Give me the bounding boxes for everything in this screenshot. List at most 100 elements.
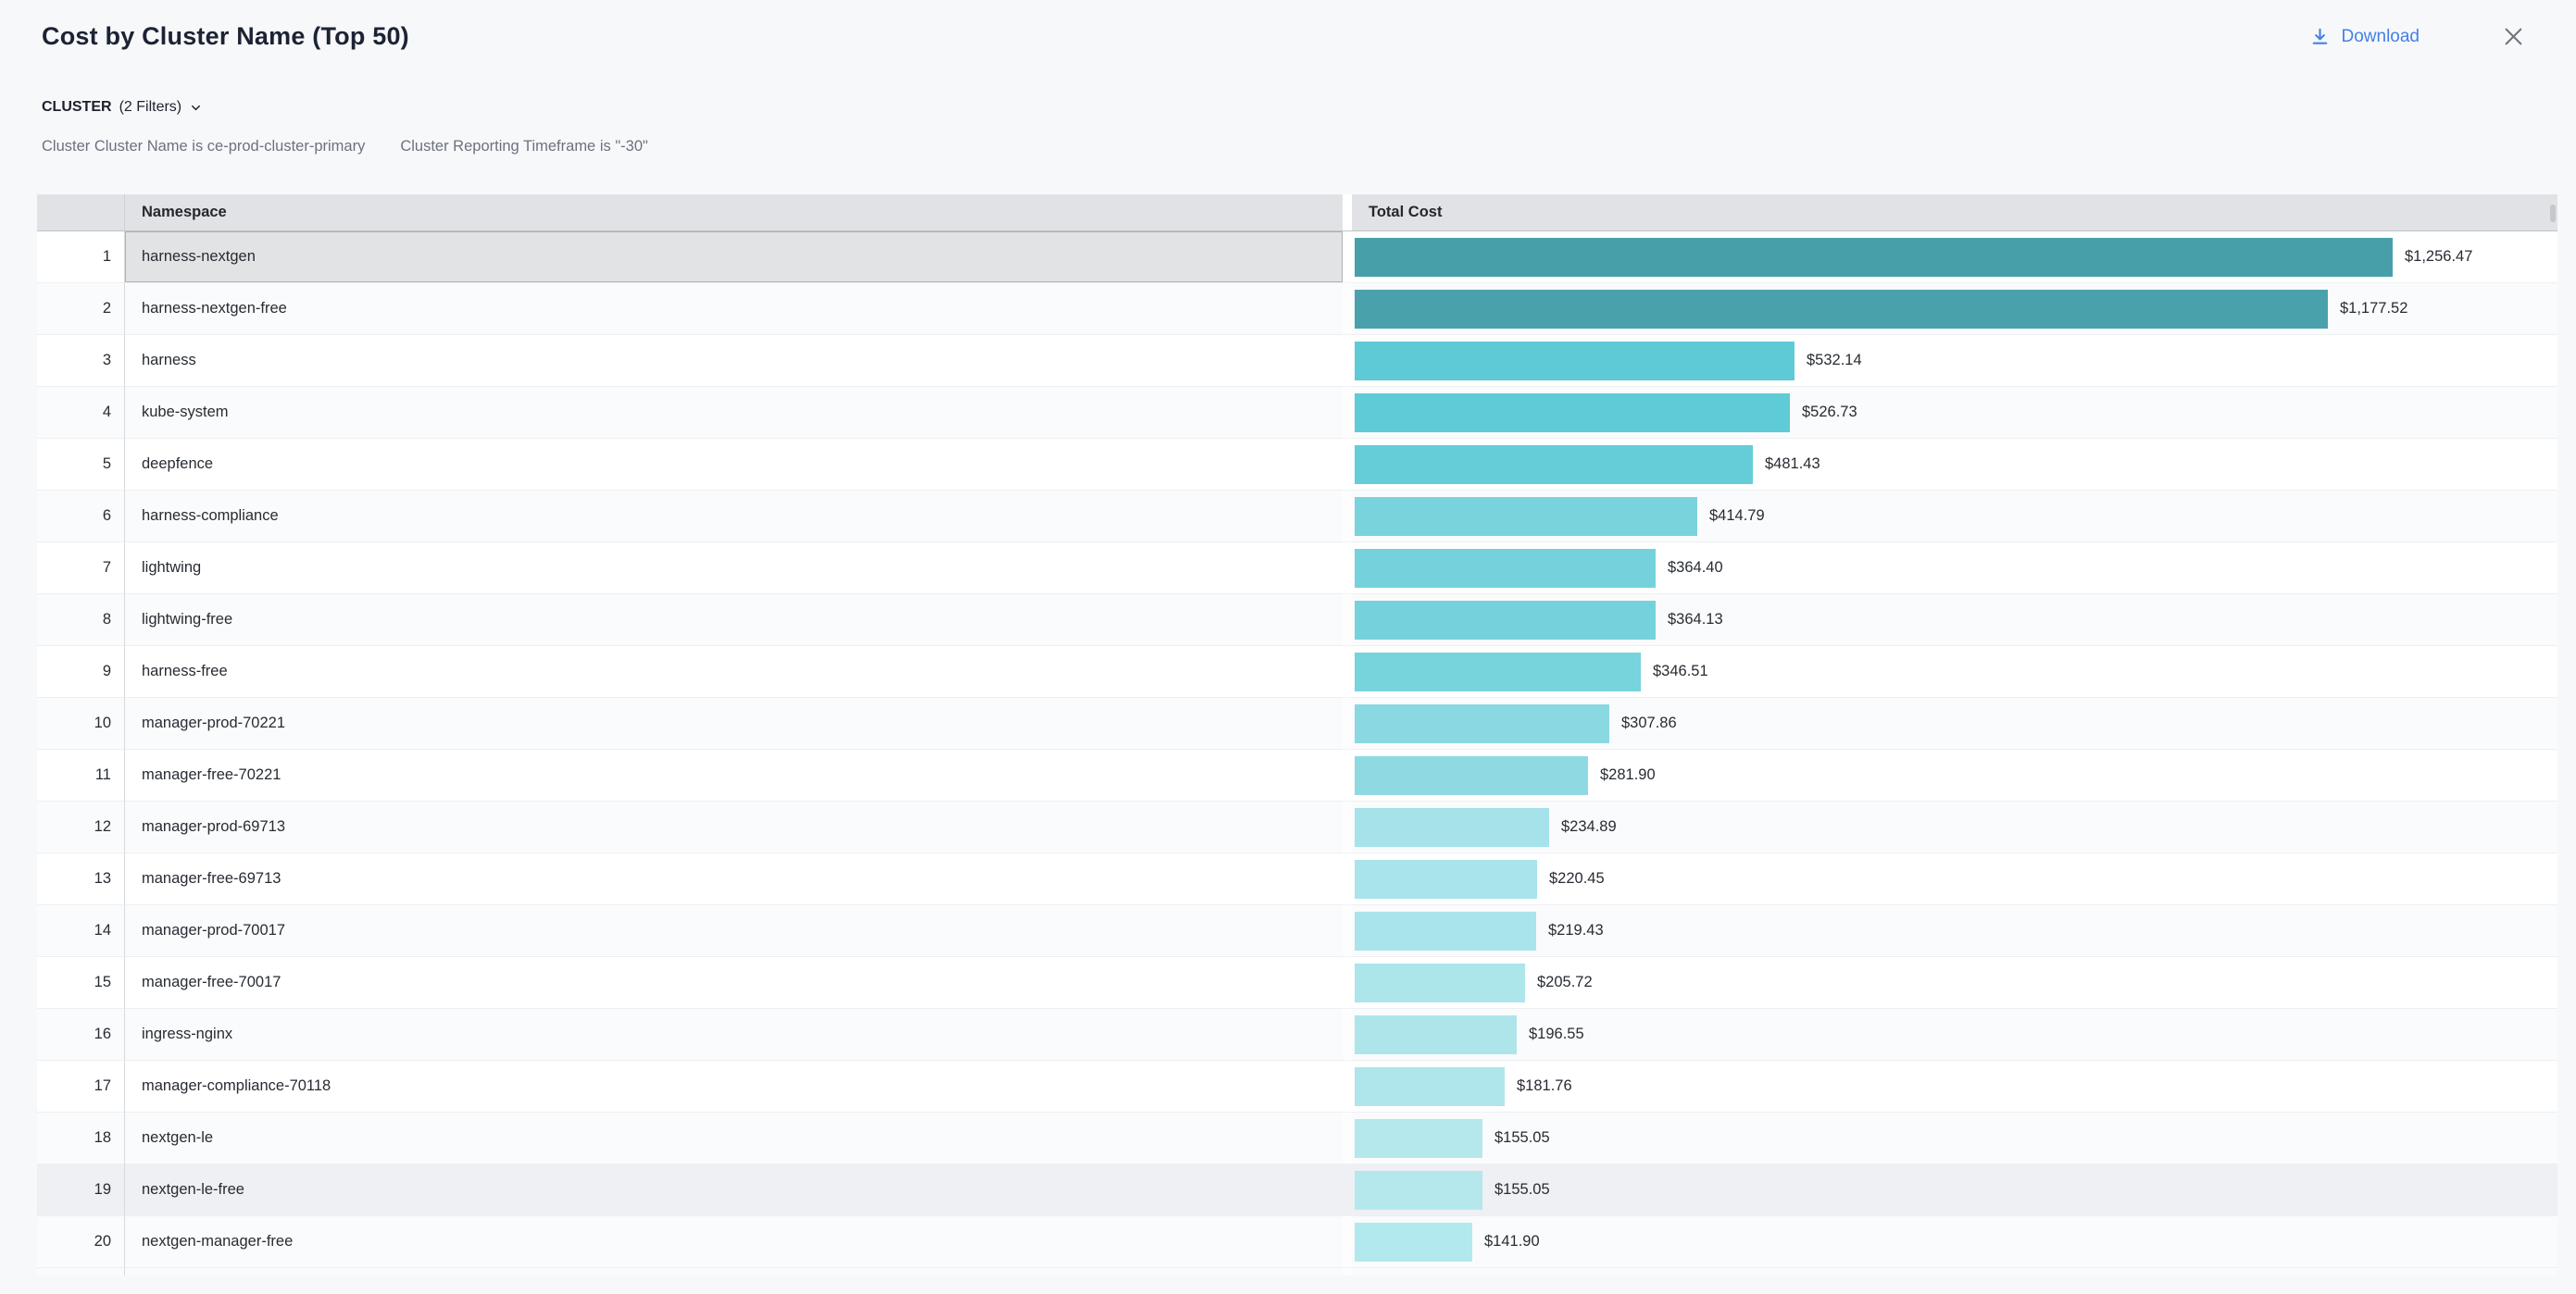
cost-bar[interactable] [1355,1119,1482,1158]
cost-bar[interactable] [1355,497,1697,536]
close-button[interactable] [2501,24,2526,49]
cost-value: $1,177.52 [2340,300,2407,317]
cluster-filters-count: (2 Filters) [119,99,182,116]
chevron-down-icon [189,101,203,115]
cost-bar[interactable] [1355,1015,1517,1054]
applied-filters: Cluster Cluster Name is ce-prod-cluster-… [42,138,2576,156]
table-row[interactable]: 10manager-prod-70221$307.86 [37,698,2557,750]
cost-bar[interactable] [1355,860,1537,899]
table-row[interactable]: 13manager-free-69713$220.45 [37,853,2557,905]
table-row[interactable]: 1harness-nextgen$1,256.47 [37,231,2557,283]
table-row[interactable]: 9harness-free$346.51 [37,646,2557,698]
close-icon [2501,24,2526,49]
row-rank: 10 [37,698,125,750]
table-row[interactable]: 11manager-free-70221$281.90 [37,750,2557,802]
table-row[interactable]: 20nextgen-manager-free$141.90 [37,1216,2557,1268]
row-namespace[interactable]: harness [125,335,1343,387]
cost-bar[interactable] [1355,601,1656,640]
row-namespace[interactable]: nextgen-le-free [125,1164,1343,1216]
cost-value: $532.14 [1807,352,1862,369]
table-row[interactable]: 16ingress-nginx$196.55 [37,1009,2557,1061]
table-row[interactable]: 3harness $532.14 [37,335,2557,387]
partial-next-row [37,1268,2557,1275]
cost-value: $155.05 [1494,1129,1550,1147]
cost-bar[interactable] [1355,704,1609,743]
row-namespace[interactable]: manager-free-70017 [125,957,1343,1009]
cost-value: $281.90 [1600,766,1656,784]
row-namespace[interactable]: harness-compliance [125,491,1343,542]
row-namespace[interactable]: manager-free-70221 [125,750,1343,802]
row-total-cost: $414.79 [1352,491,2557,542]
row-namespace[interactable]: lightwing-free [125,594,1343,646]
table-row[interactable]: 12manager-prod-69713$234.89 [37,802,2557,853]
row-total-cost: $155.05 [1352,1113,2557,1164]
row-rank: 16 [37,1009,125,1061]
cost-bar[interactable] [1355,445,1753,484]
table-row[interactable]: 4kube-system $526.73 [37,387,2557,439]
table-row[interactable]: 17manager-compliance-70118$181.76 [37,1061,2557,1113]
row-namespace[interactable]: manager-prod-69713 [125,802,1343,853]
cost-value: $414.79 [1709,507,1765,525]
cost-bar[interactable] [1355,290,2328,329]
cluster-filters-dropdown[interactable]: CLUSTER (2 Filters) [42,99,203,116]
row-namespace[interactable]: kube-system [125,387,1343,439]
table-row[interactable]: 5deepfence$481.43 [37,439,2557,491]
row-namespace[interactable]: manager-compliance-70118 [125,1061,1343,1113]
table-row[interactable]: 7lightwing$364.40 [37,542,2557,594]
table-row[interactable]: 19nextgen-le-free$155.05 [37,1164,2557,1216]
cost-bar[interactable] [1355,1067,1505,1106]
row-rank: 3 [37,335,125,387]
row-namespace[interactable]: deepfence [125,439,1343,491]
row-total-cost: $307.86 [1352,698,2557,750]
cost-bar[interactable] [1355,1223,1472,1262]
namespace-column-header[interactable]: Namespace [125,194,1343,231]
row-total-cost: $181.76 [1352,1061,2557,1113]
table-row[interactable]: 18nextgen-le$155.05 [37,1113,2557,1164]
cost-bar[interactable] [1355,756,1588,795]
table-row[interactable]: 8lightwing-free$364.13 [37,594,2557,646]
row-rank: 15 [37,957,125,1009]
vertical-scrollbar[interactable] [2550,205,2556,222]
cost-bar[interactable] [1355,549,1656,588]
row-rank: 12 [37,802,125,853]
row-namespace[interactable]: nextgen-manager-free [125,1216,1343,1268]
download-button[interactable]: Download [2309,26,2420,47]
total-cost-column-header[interactable]: Total Cost [1352,194,2557,231]
row-rank: 17 [37,1061,125,1113]
cost-bar[interactable] [1355,1171,1482,1210]
row-namespace[interactable]: manager-prod-70221 [125,698,1343,750]
table-row[interactable]: 15manager-free-70017 $205.72 [37,957,2557,1009]
cost-bar[interactable] [1355,912,1536,951]
row-rank: 7 [37,542,125,594]
row-namespace[interactable]: manager-prod-70017 [125,905,1343,957]
row-namespace[interactable]: nextgen-le [125,1113,1343,1164]
row-total-cost: $196.55 [1352,1009,2557,1061]
cost-bar[interactable] [1355,342,1794,380]
row-total-cost: $526.73 [1352,387,2557,439]
table-row[interactable]: 2harness-nextgen-free$1,177.52 [37,283,2557,335]
rank-column-header [37,194,125,231]
table-row[interactable]: 6harness-compliance$414.79 [37,491,2557,542]
cost-bar[interactable] [1355,653,1641,691]
cost-value: $205.72 [1537,974,1593,991]
row-namespace[interactable]: harness-free [125,646,1343,698]
row-total-cost: $1,177.52 [1352,283,2557,335]
cost-value: $1,256.47 [2405,248,2472,266]
cost-bar[interactable] [1355,393,1790,432]
row-namespace[interactable]: harness-nextgen-free [125,283,1343,335]
cost-value: $526.73 [1802,404,1857,421]
cost-bar[interactable] [1355,964,1525,1002]
cost-bar[interactable] [1355,808,1549,847]
table-body: 1harness-nextgen$1,256.472harness-nextge… [37,231,2557,1268]
table-row[interactable]: 14manager-prod-70017$219.43 [37,905,2557,957]
row-namespace[interactable]: ingress-nginx [125,1009,1343,1061]
row-total-cost: $481.43 [1352,439,2557,491]
cost-value: $364.13 [1668,611,1723,628]
row-namespace[interactable]: manager-free-69713 [125,853,1343,905]
row-namespace[interactable]: harness-nextgen [125,231,1343,283]
row-namespace[interactable]: lightwing [125,542,1343,594]
row-total-cost: $281.90 [1352,750,2557,802]
cluster-filters-label: CLUSTER [42,99,112,116]
cost-bar[interactable] [1355,238,2393,277]
row-rank: 4 [37,387,125,439]
